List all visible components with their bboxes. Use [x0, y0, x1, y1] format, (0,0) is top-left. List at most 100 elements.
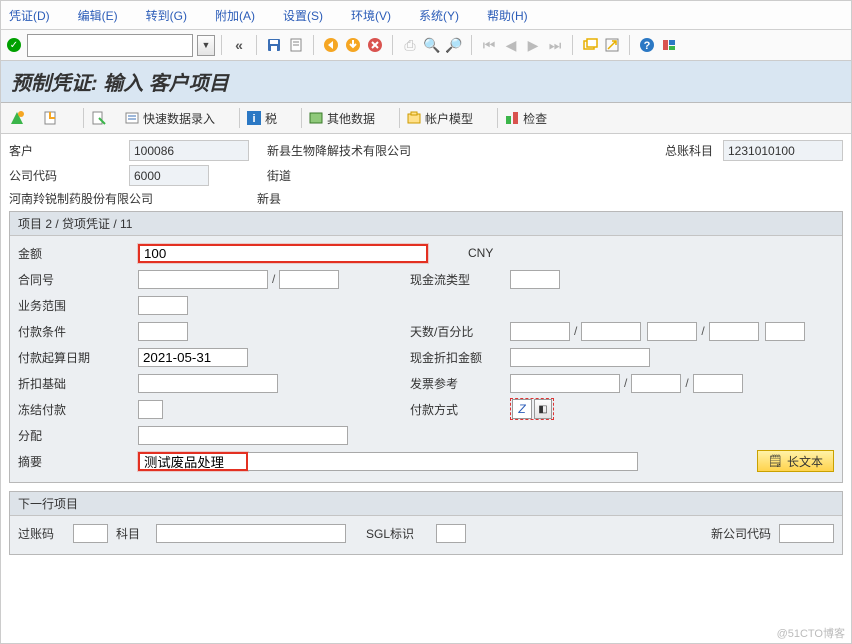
- busarea-label: 业务范围: [18, 297, 138, 314]
- contract-item-input[interactable]: [279, 270, 339, 289]
- busarea-input[interactable]: [138, 296, 188, 315]
- gl-account-label: 总账科目: [665, 142, 713, 159]
- sgl-label: SGL标识: [366, 525, 436, 542]
- payment-method-field[interactable]: Z ◧: [510, 398, 554, 420]
- fast-entry-icon: [124, 110, 140, 126]
- menu-settings[interactable]: 设置(S): [283, 7, 323, 24]
- baseline-date-input[interactable]: [138, 348, 248, 367]
- street-label: 街道: [267, 167, 291, 184]
- amount-input[interactable]: [138, 244, 428, 263]
- check-button[interactable]: 检查: [504, 110, 547, 127]
- days2-input[interactable]: [647, 322, 697, 341]
- prev-page-icon[interactable]: ◀: [501, 35, 521, 55]
- save-icon[interactable]: [264, 35, 284, 55]
- enter-icon[interactable]: ✓: [7, 38, 21, 52]
- doc-icon[interactable]: [286, 35, 306, 55]
- page-title-bar: 预制凭证: 输入 客户项目: [1, 61, 851, 103]
- check-icon: [504, 110, 520, 126]
- customer-name: 新县生物降解技术有限公司: [267, 142, 411, 159]
- inv-ref1-input[interactable]: [510, 374, 620, 393]
- cashflow-input[interactable]: [510, 270, 560, 289]
- payterm-label: 付款条件: [18, 323, 138, 340]
- item-panel: 项目 2 / 贷项凭证 / 11 金额 CNY 合同号 / 现金流类型 业务范围: [9, 211, 843, 483]
- page-title: 预制凭证: 输入 客户项目: [11, 73, 229, 95]
- tax-button[interactable]: i税: [246, 110, 277, 127]
- next-item-panel: 下一行项目 过账码 科目 SGL标识 新公司代码: [9, 491, 843, 555]
- shortcut-icon[interactable]: [602, 35, 622, 55]
- disc-base-label: 折扣基础: [18, 375, 138, 392]
- layout-icon[interactable]: [659, 35, 679, 55]
- contract-label: 合同号: [18, 271, 138, 288]
- account-input[interactable]: [156, 524, 346, 543]
- menu-goto[interactable]: 转到(G): [146, 7, 187, 24]
- overview-icon[interactable]: [9, 110, 25, 126]
- menu-edit[interactable]: 编辑(E): [78, 7, 118, 24]
- system-toolbar: ✓ ▼ « ⎙ 🔍 🔎 ⏮ ◀ ▶ ⏭ ?: [1, 30, 851, 61]
- payment-method-label: 付款方式: [410, 401, 510, 418]
- menu-bar: 凭证(D) 编辑(E) 转到(G) 附加(A) 设置(S) 环境(V) 系统(Y…: [1, 1, 851, 30]
- text-input-highlight[interactable]: [138, 452, 248, 471]
- content-area: 客户 100086 新县生物降解技术有限公司 总账科目 1231010100 公…: [1, 134, 851, 555]
- posting-key-input[interactable]: [73, 524, 108, 543]
- account-label: 科目: [116, 525, 156, 542]
- contract-no-input[interactable]: [138, 270, 268, 289]
- inv-ref3-input[interactable]: [693, 374, 743, 393]
- disc-base-input[interactable]: [138, 374, 278, 393]
- payterm-input[interactable]: [138, 322, 188, 341]
- company-code-label: 公司代码: [9, 167, 129, 184]
- watermark: @51CTO博客: [777, 625, 845, 641]
- menu-environment[interactable]: 环境(V): [351, 7, 391, 24]
- company-name: 河南羚锐制药股份有限公司: [9, 190, 257, 207]
- new-company-label: 新公司代码: [711, 525, 771, 542]
- next-page-icon[interactable]: ▶: [523, 35, 543, 55]
- cancel-nav-icon[interactable]: [365, 35, 385, 55]
- find-icon[interactable]: 🔍: [422, 35, 442, 55]
- display-doc-icon[interactable]: [90, 110, 106, 126]
- menu-system[interactable]: 系统(Y): [419, 7, 459, 24]
- posting-key-label: 过账码: [18, 525, 73, 542]
- menu-extras[interactable]: 附加(A): [215, 7, 255, 24]
- print-icon[interactable]: ⎙: [400, 35, 420, 55]
- other-data-button[interactable]: 其他数据: [308, 110, 375, 127]
- cashflow-label: 现金流类型: [410, 271, 510, 288]
- inv-ref-label: 发票参考: [410, 375, 510, 392]
- sgl-input[interactable]: [436, 524, 466, 543]
- company-code-value: 6000: [129, 165, 209, 186]
- svg-text:i: i: [252, 113, 255, 125]
- days3-input[interactable]: [765, 322, 805, 341]
- pct2-input[interactable]: [709, 322, 759, 341]
- assignment-input[interactable]: [138, 426, 348, 445]
- long-text-button[interactable]: 🗒 长文本: [757, 450, 834, 472]
- menu-document[interactable]: 凭证(D): [9, 7, 50, 24]
- payment-block-input[interactable]: [138, 400, 163, 419]
- amount-label: 金额: [18, 245, 138, 262]
- app-toolbar: 快速数据录入 i税 其他数据 帐户模型 检查: [1, 103, 851, 134]
- acct-model-button[interactable]: 帐户模型: [406, 110, 473, 127]
- last-page-icon[interactable]: ⏭: [545, 35, 565, 55]
- command-field[interactable]: [27, 34, 193, 57]
- svg-text:?: ?: [644, 40, 651, 52]
- long-text-icon: 🗒: [768, 454, 783, 468]
- menu-help[interactable]: 帮助(H): [487, 7, 528, 24]
- text-input-rest[interactable]: [248, 452, 638, 471]
- new-session-icon[interactable]: [580, 35, 600, 55]
- days1-input[interactable]: [510, 322, 570, 341]
- value-help-icon[interactable]: ◧: [534, 399, 552, 419]
- item-panel-title: 项目 2 / 贷项凭证 / 11: [10, 212, 842, 236]
- customer-label: 客户: [9, 142, 129, 159]
- pct1-input[interactable]: [581, 322, 641, 341]
- back-icon[interactable]: «: [229, 35, 249, 55]
- text-label: 摘要: [18, 453, 138, 470]
- fast-entry-button[interactable]: 快速数据录入: [124, 110, 215, 127]
- command-dropdown[interactable]: ▼: [197, 35, 215, 56]
- first-page-icon[interactable]: ⏮: [479, 35, 499, 55]
- new-company-input[interactable]: [779, 524, 834, 543]
- inv-ref2-input[interactable]: [631, 374, 681, 393]
- back-nav-icon[interactable]: [321, 35, 341, 55]
- acct-model-icon: [406, 110, 422, 126]
- disc-amount-input[interactable]: [510, 348, 650, 367]
- find-next-icon[interactable]: 🔎: [444, 35, 464, 55]
- exit-nav-icon[interactable]: [343, 35, 363, 55]
- tree-on-icon[interactable]: [43, 110, 59, 126]
- help-icon[interactable]: ?: [637, 35, 657, 55]
